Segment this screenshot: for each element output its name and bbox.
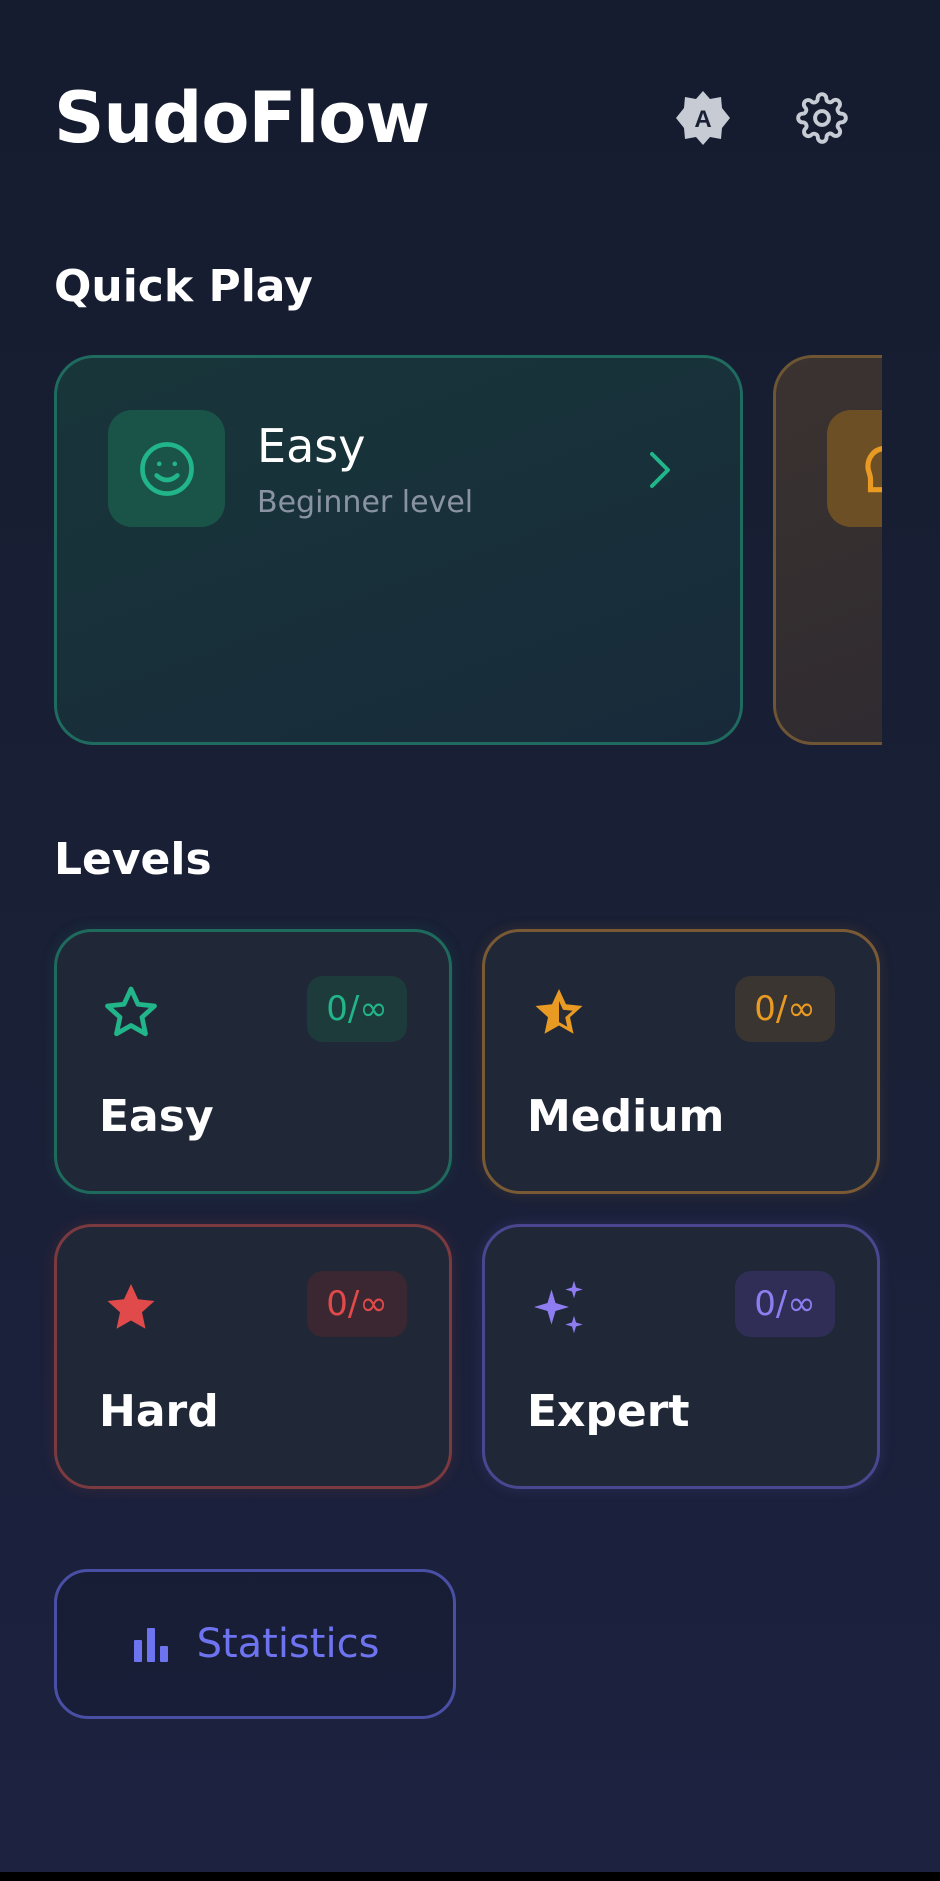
auto-theme-icon: A (676, 91, 730, 145)
system-navigation-bar (0, 1872, 940, 1881)
quick-play-easy-icon-box (108, 410, 225, 527)
star-outline-icon (105, 986, 157, 1037)
level-name: Easy (99, 1091, 214, 1142)
level-name: Expert (527, 1386, 690, 1437)
level-name: Hard (99, 1386, 219, 1437)
svg-text:A: A (694, 106, 711, 133)
chevron-right-icon (645, 448, 675, 496)
level-progress-badge: 0/∞ (735, 1271, 835, 1337)
bar-chart-icon (133, 1628, 168, 1662)
level-card-medium[interactable]: 0/∞ Medium (482, 929, 880, 1194)
level-progress-badge: 0/∞ (307, 1271, 407, 1337)
quick-play-title: Quick Play (54, 261, 313, 312)
level-card-easy[interactable]: 0/∞ Easy (54, 929, 452, 1194)
star-half-icon (535, 989, 583, 1034)
smiley-icon (139, 441, 194, 496)
levels-title: Levels (54, 834, 212, 885)
level-progress-badge: 0/∞ (735, 976, 835, 1042)
home-screen: SudoFlow A Quick Play Easy Beginner leve… (0, 0, 940, 1872)
brain-icon (864, 445, 882, 492)
star-filled-icon (107, 1284, 155, 1329)
statistics-button[interactable]: Statistics (54, 1569, 456, 1719)
quick-play-carousel[interactable]: Easy Beginner level (54, 355, 882, 750)
quick-play-easy-card[interactable]: Easy Beginner level (54, 355, 743, 745)
level-card-expert[interactable]: 0/∞ Expert (482, 1224, 880, 1489)
gear-icon (796, 92, 848, 144)
quick-play-medium-card[interactable] (773, 355, 882, 745)
quick-play-easy-name: Easy (257, 419, 366, 473)
app-title: SudoFlow (54, 77, 430, 159)
level-name: Medium (527, 1091, 725, 1142)
sparkles-icon (534, 1280, 583, 1334)
statistics-label: Statistics (196, 1621, 380, 1667)
theme-toggle-button[interactable]: A (673, 88, 733, 148)
level-card-hard[interactable]: 0/∞ Hard (54, 1224, 452, 1489)
quick-play-easy-subtitle: Beginner level (257, 485, 474, 520)
level-progress-badge: 0/∞ (307, 976, 407, 1042)
settings-button[interactable] (792, 88, 852, 148)
quick-play-medium-icon-box (827, 410, 882, 527)
